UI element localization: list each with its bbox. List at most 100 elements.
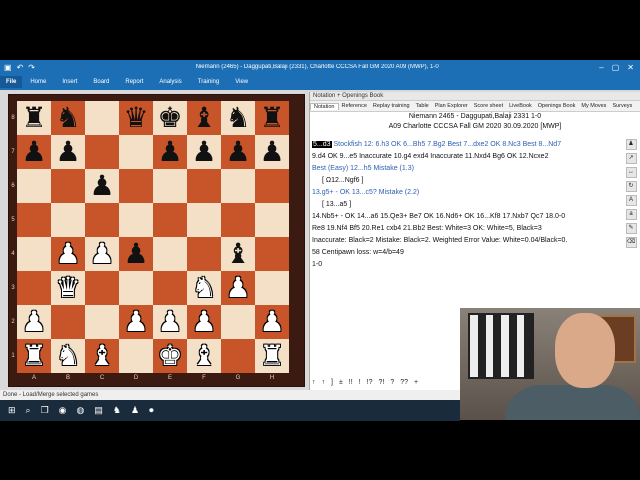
- square-d6[interactable]: [119, 169, 153, 203]
- square-a8[interactable]: ♜: [17, 101, 51, 135]
- annotate-icon[interactable]: a: [625, 209, 637, 220]
- square-c4[interactable]: ♟: [85, 237, 119, 271]
- annotation-button[interactable]: ↑: [322, 379, 326, 386]
- square-h3[interactable]: [255, 271, 289, 305]
- square-c2[interactable]: [85, 305, 119, 339]
- text-icon[interactable]: A: [625, 195, 637, 206]
- save-icon[interactable]: ▣: [4, 63, 12, 72]
- close-button[interactable]: ✕: [627, 63, 634, 72]
- tab-table[interactable]: Table: [413, 103, 432, 109]
- annotation-button[interactable]: ?!: [378, 379, 384, 386]
- square-c7[interactable]: [85, 135, 119, 169]
- notation-line[interactable]: 14.Nb5+ - OK 14...a6 15.Qe3+ Be7 OK 16.N…: [312, 211, 617, 223]
- square-a6[interactable]: [17, 169, 51, 203]
- tab-notation[interactable]: Notation: [310, 102, 339, 110]
- square-c1[interactable]: ♝: [85, 339, 119, 373]
- windows-start-icon[interactable]: ⊞: [8, 405, 16, 416]
- notation-line[interactable]: 13.g5+ - OK 13...c5? Mistake (2.2): [312, 187, 617, 199]
- square-f3[interactable]: ♞: [187, 271, 221, 305]
- white-bishop-icon[interactable]: ♝: [191, 342, 216, 370]
- black-pawn-icon[interactable]: ♟: [225, 138, 250, 166]
- white-bishop-icon[interactable]: ♝: [89, 342, 114, 370]
- square-e8[interactable]: ♚: [153, 101, 187, 135]
- square-b8[interactable]: ♞: [51, 101, 85, 135]
- square-e2[interactable]: ♟: [153, 305, 187, 339]
- square-g5[interactable]: [221, 203, 255, 237]
- square-a5[interactable]: [17, 203, 51, 237]
- tab-report[interactable]: Report: [117, 79, 151, 85]
- square-e1[interactable]: ♚: [153, 339, 187, 373]
- square-b7[interactable]: ♟: [51, 135, 85, 169]
- white-knight-icon[interactable]: ♞: [191, 274, 216, 302]
- square-h4[interactable]: [255, 237, 289, 271]
- tab-insert[interactable]: Insert: [54, 79, 85, 85]
- square-f1[interactable]: ♝: [187, 339, 221, 373]
- tab-score-sheet[interactable]: Score sheet: [471, 103, 506, 109]
- square-d3[interactable]: [119, 271, 153, 305]
- redo-icon[interactable]: ↷: [28, 63, 35, 72]
- square-d7[interactable]: [119, 135, 153, 169]
- square-f7[interactable]: ♟: [187, 135, 221, 169]
- square-h7[interactable]: ♟: [255, 135, 289, 169]
- white-pawn-icon[interactable]: ♟: [259, 308, 284, 336]
- square-c3[interactable]: [85, 271, 119, 305]
- square-f5[interactable]: [187, 203, 221, 237]
- square-b3[interactable]: ♛: [51, 271, 85, 305]
- square-d8[interactable]: ♛: [119, 101, 153, 135]
- square-h5[interactable]: [255, 203, 289, 237]
- notation-line[interactable]: 58 Centipawn loss: w=4/b=49: [312, 247, 617, 259]
- search-icon[interactable]: ⌕: [26, 405, 31, 416]
- black-pawn-icon[interactable]: ♟: [123, 240, 148, 268]
- annotation-button[interactable]: ]: [331, 379, 333, 386]
- square-a1[interactable]: ♜: [17, 339, 51, 373]
- white-pawn-icon[interactable]: ♟: [225, 274, 250, 302]
- square-d1[interactable]: [119, 339, 153, 373]
- white-pawn-icon[interactable]: ♟: [89, 240, 114, 268]
- tab-view[interactable]: View: [227, 79, 256, 85]
- recorder-icon[interactable]: ⏺: [149, 405, 154, 416]
- notation-line[interactable]: Re8 19.Nf4 Bf5 20.Re1 cxb4 21.Bb2 Best: …: [312, 223, 617, 235]
- white-pawn-icon[interactable]: ♟: [123, 308, 148, 336]
- black-pawn-icon[interactable]: ♟: [89, 172, 114, 200]
- black-pawn-icon[interactable]: ♟: [157, 138, 182, 166]
- black-bishop-icon[interactable]: ♝: [225, 240, 250, 268]
- square-e5[interactable]: [153, 203, 187, 237]
- white-pawn-icon[interactable]: ♟: [55, 240, 80, 268]
- annotation-button[interactable]: !: [359, 379, 361, 386]
- square-h8[interactable]: ♜: [255, 101, 289, 135]
- arrow-icon[interactable]: ↔: [625, 167, 637, 178]
- square-e6[interactable]: [153, 169, 187, 203]
- square-h1[interactable]: ♜: [255, 339, 289, 373]
- black-pawn-icon[interactable]: ♟: [259, 138, 284, 166]
- file-menu[interactable]: File: [0, 76, 23, 88]
- square-g2[interactable]: [221, 305, 255, 339]
- black-pawn-icon[interactable]: ♟: [191, 138, 216, 166]
- annotation-button[interactable]: !!: [349, 379, 353, 386]
- black-pawn-icon[interactable]: ♟: [21, 138, 46, 166]
- annotation-button[interactable]: ??: [400, 379, 408, 386]
- black-queen-icon[interactable]: ♛: [123, 104, 148, 132]
- square-b6[interactable]: [51, 169, 85, 203]
- square-d2[interactable]: ♟: [119, 305, 153, 339]
- black-knight-icon[interactable]: ♞: [225, 104, 250, 132]
- square-c6[interactable]: ♟: [85, 169, 119, 203]
- annotation-button[interactable]: ↑: [312, 379, 316, 386]
- tab-replay-training[interactable]: Replay training: [370, 103, 413, 109]
- tab-board[interactable]: Board: [85, 79, 117, 85]
- maximize-button[interactable]: ▢: [612, 63, 620, 72]
- square-h6[interactable]: [255, 169, 289, 203]
- tab-analysis[interactable]: Analysis: [151, 79, 189, 85]
- variation-line[interactable]: [ 13...a5 ]: [312, 199, 617, 211]
- white-rook-icon[interactable]: ♜: [259, 342, 284, 370]
- square-b5[interactable]: [51, 203, 85, 237]
- square-c5[interactable]: [85, 203, 119, 237]
- square-a7[interactable]: ♟: [17, 135, 51, 169]
- black-knight-icon[interactable]: ♞: [55, 104, 80, 132]
- annotation-button[interactable]: !?: [367, 379, 373, 386]
- square-b1[interactable]: ♞: [51, 339, 85, 373]
- variation-line[interactable]: [ Ω12...Ngf6 ]: [312, 175, 617, 187]
- notation-line[interactable]: Best (Easy) 12...h5 Mistake (1.3): [312, 163, 617, 175]
- chess-board[interactable]: ♜ ♞ ♛ ♚ ♝ ♞ ♜ ♟ ♟ ♟ ♟ ♟ ♟ ♟ ♟ ♟ ♟ ♝ ♛ ♞ ♟ ♟ ♟ ♟ ♟ ♟ ♜ ♞ ♝ ♚ ♝ ♜: [17, 101, 289, 373]
- square-f4[interactable]: [187, 237, 221, 271]
- tab-training[interactable]: Training: [190, 79, 227, 85]
